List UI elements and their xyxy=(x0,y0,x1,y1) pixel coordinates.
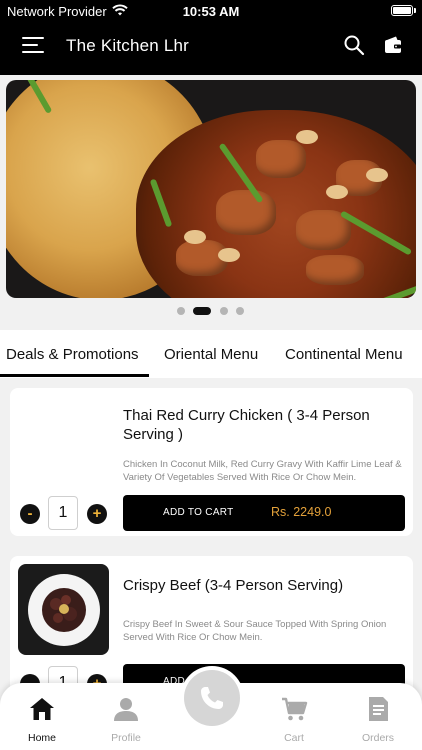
app-screen: Network Provider 10:53 AM The Kitchen Lh… xyxy=(0,0,422,750)
search-icon[interactable] xyxy=(343,34,365,56)
promo-banner-image[interactable] xyxy=(6,80,416,298)
home-icon xyxy=(30,698,54,720)
user-icon xyxy=(114,698,138,721)
item-price: Rs. 2249.0 xyxy=(271,505,332,519)
carousel-dot[interactable] xyxy=(220,307,228,315)
status-bar: Network Provider 10:53 AM xyxy=(0,0,422,22)
battery-icon xyxy=(391,5,413,16)
item-description: Crispy Beef In Sweet & Sour Sauce Topped… xyxy=(123,619,387,643)
quantity-decrease-button[interactable]: - xyxy=(20,504,40,524)
crispy-beef-image xyxy=(18,564,109,655)
carousel-indicator xyxy=(0,307,422,317)
food-piece xyxy=(216,190,276,235)
tab-deals-promotions[interactable]: Deals & Promotions xyxy=(6,346,139,363)
active-tab-indicator xyxy=(0,374,149,377)
cart-icon xyxy=(282,697,308,721)
battery-tip xyxy=(414,8,416,13)
quantity-field[interactable]: 1 xyxy=(48,496,78,530)
category-tabs: Deals & Promotions Oriental Menu Contine… xyxy=(0,330,422,378)
item-description: Chicken In Coconut Milk, Red Curry Gravy… xyxy=(123,459,402,483)
call-button[interactable] xyxy=(184,670,240,726)
nav-home-label: Home xyxy=(27,732,56,744)
item-title: Thai Red Curry Chicken ( 3-4 Person Serv… xyxy=(123,407,370,443)
hamburger-menu-icon[interactable] xyxy=(22,36,44,54)
menu-item-card[interactable]: Thai Red Curry Chicken ( 3-4 Person Serv… xyxy=(10,388,413,536)
nav-orders-label: Orders xyxy=(361,732,395,744)
tab-oriental-menu[interactable]: Oriental Menu xyxy=(164,346,258,363)
nav-cart[interactable]: Cart xyxy=(252,683,336,750)
cashew xyxy=(184,230,206,244)
quantity-increase-button[interactable]: + xyxy=(87,504,107,524)
cashew xyxy=(366,168,388,182)
cashew xyxy=(218,248,240,262)
nav-orders[interactable]: Orders xyxy=(336,683,420,750)
tab-continental-menu[interactable]: Continental Menu xyxy=(285,346,403,363)
add-to-cart-label: ADD TO CART xyxy=(163,507,234,518)
cashew xyxy=(296,130,318,144)
food-piece xyxy=(256,140,306,178)
add-to-cart-button[interactable]: ADD TO CART Rs. 2249.0 xyxy=(123,495,405,531)
orders-icon xyxy=(369,697,388,721)
nav-home[interactable]: Home xyxy=(0,683,84,750)
carousel-dot-active[interactable] xyxy=(193,307,211,315)
carousel-dot[interactable] xyxy=(236,307,244,315)
phone-icon xyxy=(201,687,223,709)
clock: 10:53 AM xyxy=(182,4,240,19)
wallet-icon[interactable] xyxy=(383,35,403,55)
nav-profile[interactable]: Profile xyxy=(84,683,168,750)
top-bar: Network Provider 10:53 AM The Kitchen Lh… xyxy=(0,0,422,75)
cashew xyxy=(326,185,348,199)
chicken-graphic xyxy=(136,110,416,298)
carousel-dot[interactable] xyxy=(177,307,185,315)
food-piece xyxy=(306,255,364,285)
app-title: The Kitchen Lhr xyxy=(66,36,190,55)
item-title: Crispy Beef (3-4 Person Serving) xyxy=(123,577,344,594)
nav-cart-label: Cart xyxy=(284,732,304,744)
item-thumbnail xyxy=(18,564,109,655)
nav-profile-label: Profile xyxy=(111,732,141,744)
